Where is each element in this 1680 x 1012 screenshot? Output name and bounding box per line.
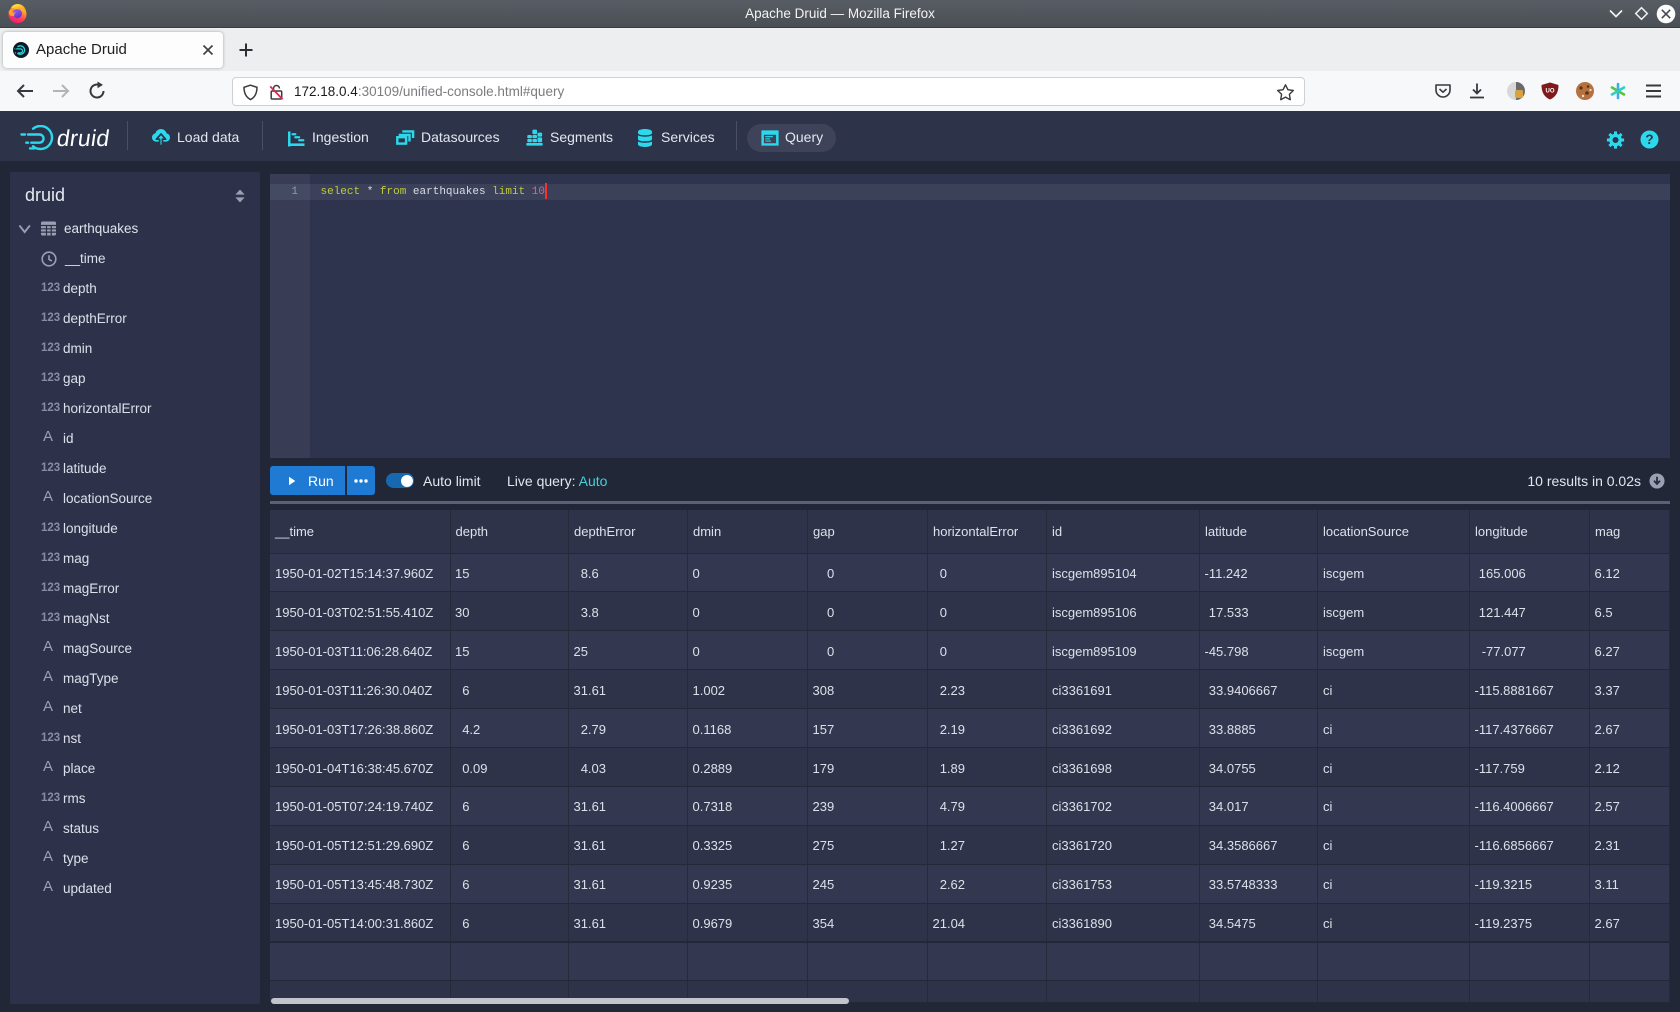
svg-text:?: ?	[1645, 132, 1653, 147]
svg-text:UO: UO	[1546, 89, 1555, 95]
